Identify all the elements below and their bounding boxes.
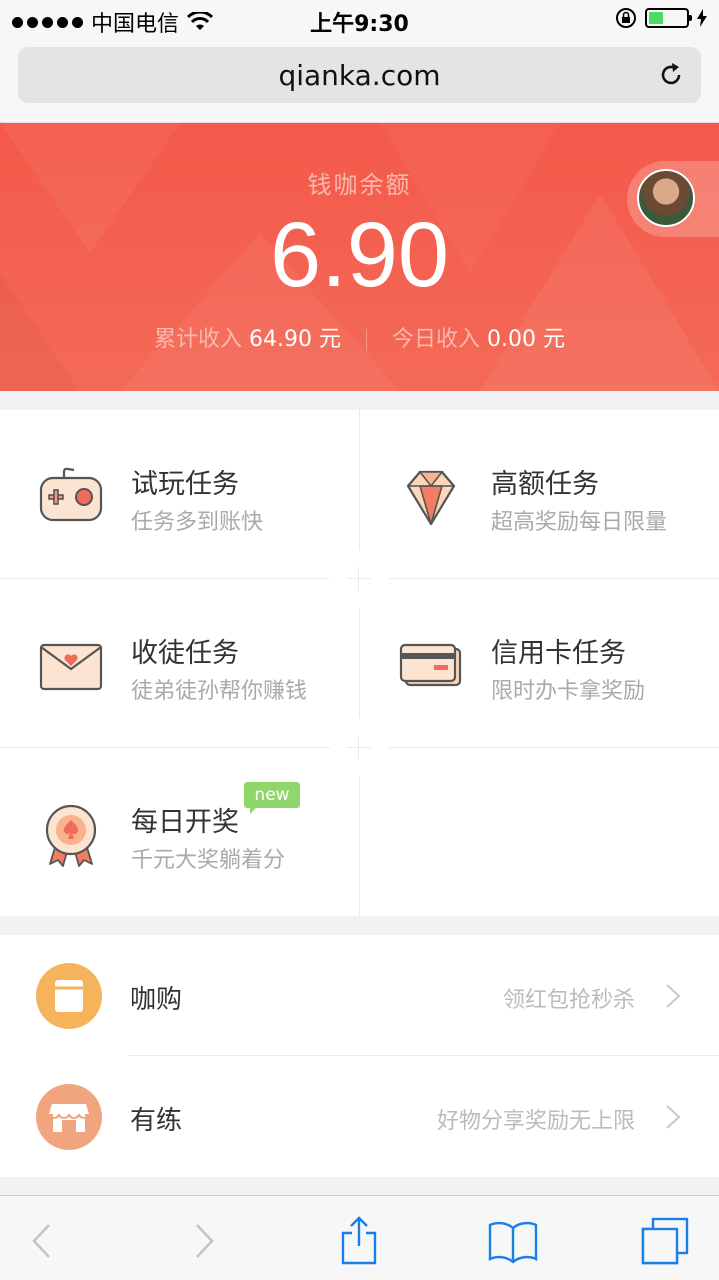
task-grid: 试玩任务 任务多到账快 高额任务 超高奖励每日限量 收徒任务 徒弟徒孙帮你赚钱 [0,410,719,916]
diamond-icon [406,470,456,526]
address-bar[interactable]: qianka.com [18,47,701,103]
url-text: qianka.com [278,58,441,92]
total-income-label: 累计收入 [154,327,243,352]
task-subtitle: 限时办卡拿奖励 [491,679,646,704]
today-income-label: 今日收入 [392,327,481,352]
shopping-bag-icon [36,963,102,1029]
list-item-kagou[interactable]: 咖购 领红包抢秒杀 [0,935,719,1056]
today-income-value: 0.00 元 [487,327,565,352]
task-subtitle: 千元大奖躺着分 [131,848,286,873]
envelope-heart-icon [39,643,103,691]
status-bar: 中国电信 上午9:30 [0,0,719,40]
task-credit-card[interactable]: 信用卡任务 限时办卡拿奖励 [360,579,719,747]
grid-divider [389,747,719,748]
task-title: 每日开奖 [131,807,239,838]
avatar [637,169,695,227]
forward-icon[interactable] [178,1216,228,1266]
grid-divider [359,776,360,916]
task-title: 高额任务 [491,469,599,500]
credit-card-icon [399,643,462,687]
task-trial-play[interactable]: 试玩任务 任务多到账快 [0,410,359,578]
back-icon[interactable] [18,1216,68,1266]
total-income-value: 64.90 元 [249,327,341,352]
tabs-icon[interactable] [640,1216,690,1266]
list-item-title: 有练 [130,1106,183,1136]
list-item-title: 咖购 [130,985,183,1015]
list-item-youlian[interactable]: 有练 好物分享奖励无上限 [0,1056,719,1177]
profile-button[interactable] [627,161,719,237]
balance-title: 钱咖余额 [307,171,412,199]
award-medal-icon [45,804,97,867]
list-item-hint: 好物分享奖励无上限 [436,1109,635,1134]
browser-toolbar [0,1195,719,1280]
charging-icon [697,9,707,27]
list-item-hint: 领红包抢秒杀 [502,988,635,1013]
shop-icon [36,1084,102,1150]
reload-icon[interactable] [655,59,687,91]
task-title: 信用卡任务 [491,638,626,669]
balance-header: 钱咖余额 6.90 累计收入 64.90 元 今日收入 0.00 元 [0,123,719,391]
new-badge: new [244,782,300,814]
chevron-right-icon [666,1105,681,1129]
task-subtitle: 超高奖励每日限量 [491,510,668,535]
battery-icon [645,8,692,28]
task-title: 收徒任务 [131,638,239,669]
bookmarks-icon[interactable] [488,1216,538,1266]
task-subtitle: 徒弟徒孙帮你赚钱 [131,679,308,704]
browser-address-area: qianka.com [0,40,719,123]
rotation-lock-icon [616,8,636,28]
task-recruit[interactable]: 收徒任务 徒弟徒孙帮你赚钱 [0,579,359,747]
status-time: 上午9:30 [310,12,409,37]
gamepad-icon [39,467,103,522]
task-title: 试玩任务 [131,469,239,500]
stats-divider [366,329,367,351]
task-subtitle: 任务多到账快 [131,510,264,535]
balance-amount: 6.90 [269,204,450,306]
task-daily-lottery[interactable]: 每日开奖 千元大奖躺着分 [0,748,359,916]
chevron-right-icon [666,984,681,1008]
income-stats: 累计收入 64.90 元 今日收入 0.00 元 [0,321,719,353]
feature-list: 咖购 领红包抢秒杀 有练 好物分享奖励无上限 [0,935,719,1177]
share-icon[interactable] [334,1216,384,1266]
status-right [615,7,707,29]
task-high-reward[interactable]: 高额任务 超高奖励每日限量 [360,410,719,578]
